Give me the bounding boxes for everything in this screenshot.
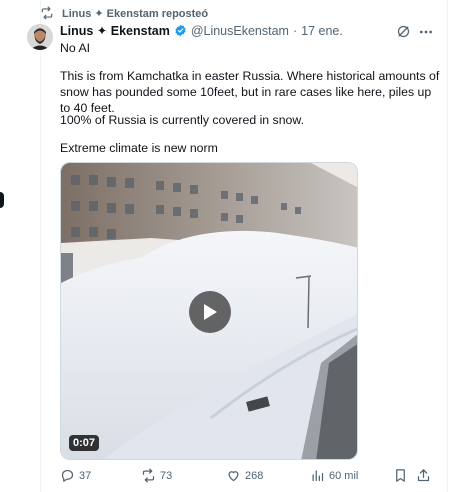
tweet-header: Linus ✦ Ekenstam @LinusEkenstam · 17 ene… [60, 23, 343, 39]
grok-icon[interactable] [396, 24, 411, 39]
tweet-paragraph: This is from Kamchatka in easter Russia.… [60, 69, 440, 115]
views-button[interactable]: 60 mil [310, 468, 358, 483]
repost-label: Linus ✦ Ekenstam reposteó [62, 7, 209, 20]
like-button[interactable]: 268 [226, 468, 263, 483]
tweet-paragraph: No AI [60, 41, 91, 55]
header-separator: · [292, 23, 298, 38]
reply-count: 37 [79, 469, 92, 482]
timeline-right-border [447, 0, 448, 492]
reply-icon [61, 469, 74, 482]
tweet-actions: 37 73 268 60 mil [60, 468, 440, 486]
reply-button[interactable]: 37 [60, 468, 91, 483]
play-button[interactable] [189, 291, 231, 333]
repost-icon [41, 6, 53, 20]
views-icon [312, 470, 324, 482]
repost-button[interactable]: 73 [141, 468, 172, 483]
avatar[interactable] [27, 24, 53, 50]
tweet-paragraph: 100% of Russia is currently covered in s… [60, 113, 305, 127]
share-icon [417, 469, 430, 482]
timeline-left-border [40, 0, 41, 492]
repost-count: 73 [160, 469, 173, 482]
play-icon [204, 304, 217, 320]
tweet-paragraph: Extreme climate is new norm [60, 141, 218, 155]
share-button[interactable] [416, 468, 431, 483]
repost-context[interactable]: Linus ✦ Ekenstam reposteó [40, 6, 208, 20]
scroll-indicator [0, 192, 4, 208]
bookmark-button[interactable] [393, 468, 408, 483]
video-duration: 0:07 [69, 435, 100, 451]
tweet-date[interactable]: 17 ene. [301, 24, 343, 38]
views-count: 60 mil [329, 469, 359, 482]
verified-badge-icon [175, 24, 186, 37]
like-icon [228, 471, 239, 482]
like-count: 268 [245, 469, 264, 482]
repost-icon [142, 468, 155, 483]
author-name[interactable]: Linus ✦ Ekenstam [60, 23, 170, 38]
video-player[interactable]: 0:07 [60, 162, 358, 460]
bookmark-icon [396, 469, 405, 482]
more-icon[interactable] [418, 25, 434, 39]
author-handle[interactable]: @LinusEkenstam [191, 24, 289, 38]
